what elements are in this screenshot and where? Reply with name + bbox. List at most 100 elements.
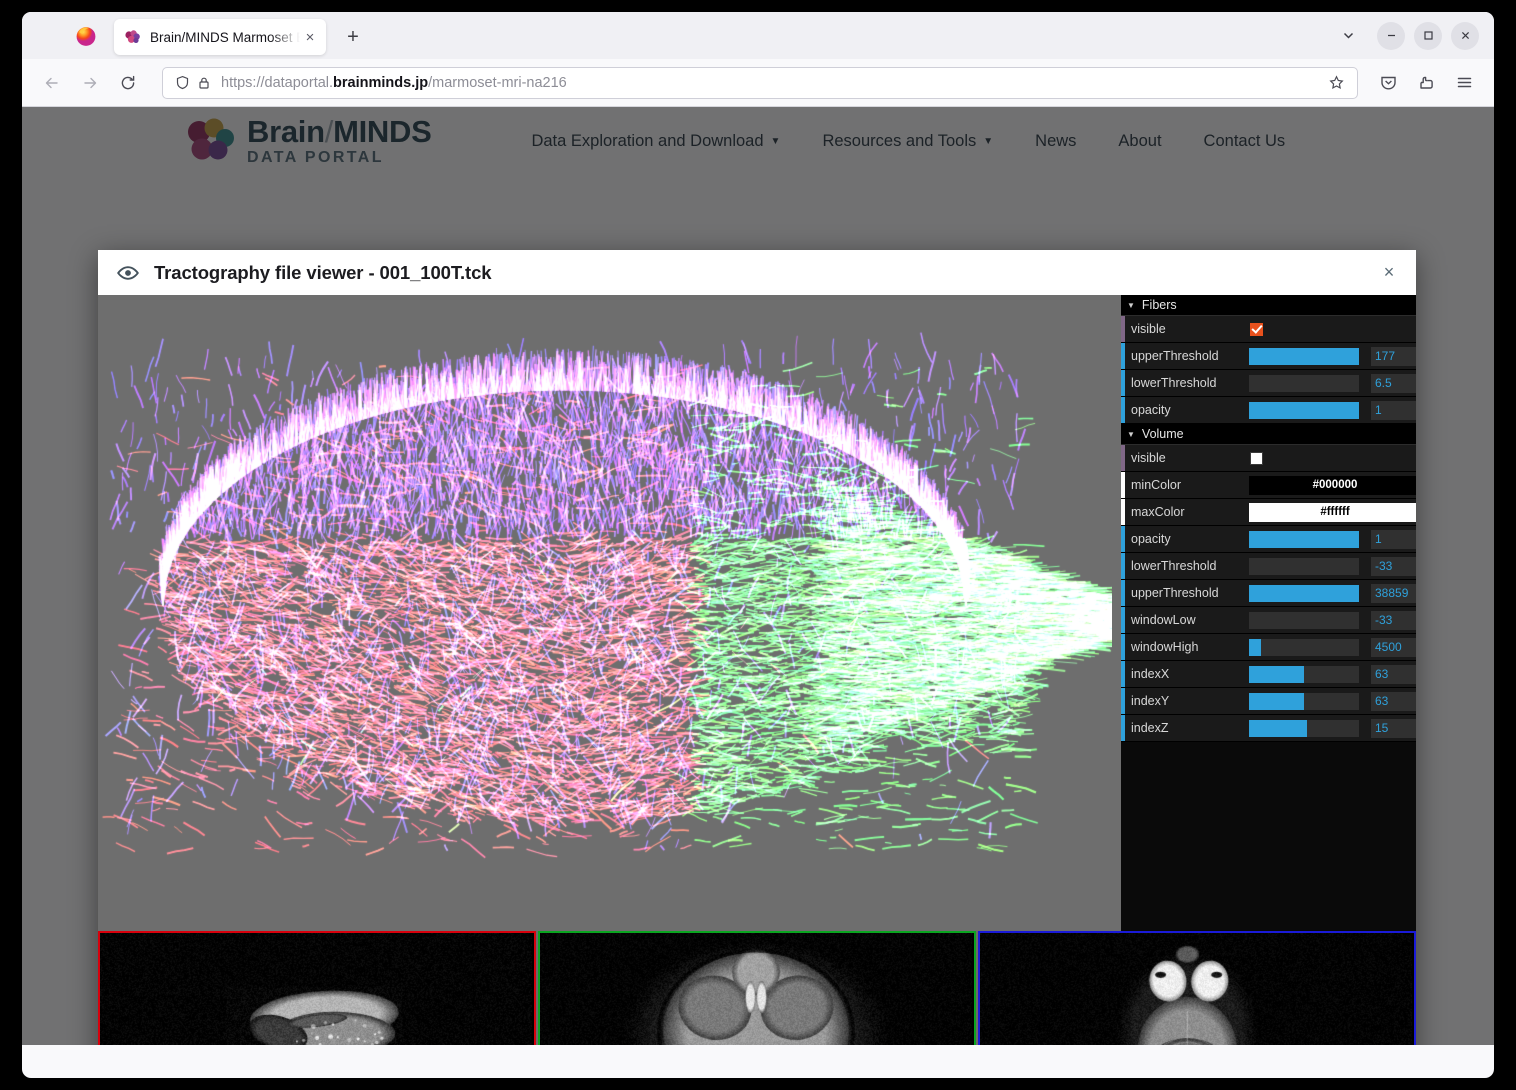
maximize-button[interactable]: [1414, 21, 1442, 50]
slider-track[interactable]: [1249, 584, 1359, 602]
list-all-tabs-chevron-down-icon[interactable]: [1328, 12, 1368, 59]
new-tab-button[interactable]: +: [337, 21, 369, 53]
sagittal-slice-panel[interactable]: [98, 931, 536, 1045]
gui-row-label: visible: [1131, 322, 1166, 336]
gui-row-volume-lowerthreshold[interactable]: lowerThreshold -33: [1121, 553, 1416, 580]
slider-track[interactable]: [1249, 530, 1359, 548]
gui-folder-title: Volume: [1141, 427, 1184, 441]
gui-row-volume-mincolor[interactable]: minColor #000000: [1121, 472, 1416, 499]
gui-row-control: -33: [1249, 556, 1416, 576]
url-text: https://dataportal.brainminds.jp/marmose…: [221, 74, 567, 91]
gui-folder-title: Fibers: [1141, 298, 1177, 312]
bookmark-star-icon[interactable]: [1324, 75, 1348, 90]
back-button-icon[interactable]: [36, 67, 68, 99]
gui-row-stripe: [1121, 445, 1125, 471]
hamburger-menu-icon[interactable]: [1448, 67, 1480, 99]
slider-track[interactable]: [1249, 557, 1359, 575]
gui-row-volume-opacity[interactable]: opacity 1: [1121, 526, 1416, 553]
gui-folder-volume[interactable]: ▼ Volume: [1121, 424, 1416, 445]
coronal-slice-panel[interactable]: [538, 931, 976, 1045]
gui-row-control: 177: [1249, 346, 1416, 366]
slider-track[interactable]: [1249, 719, 1359, 737]
color-swatch[interactable]: #ffffff: [1249, 502, 1416, 522]
slider-track[interactable]: [1249, 638, 1359, 656]
caret-down-icon: ▼: [1127, 300, 1135, 310]
color-swatch[interactable]: #000000: [1249, 475, 1416, 495]
gui-row-volume-upperthreshold[interactable]: upperThreshold 38859: [1121, 580, 1416, 607]
checkbox[interactable]: [1250, 322, 1263, 336]
slider-value[interactable]: 6.5: [1371, 373, 1416, 393]
pocket-icon[interactable]: [1372, 67, 1404, 99]
axial-slice-image: [980, 933, 1412, 1045]
brain-favicon-icon: [124, 29, 141, 46]
gui-row-fibers-visible[interactable]: visible: [1121, 316, 1416, 343]
gui-row-control: 63: [1249, 691, 1416, 711]
gui-row-label: opacity: [1131, 403, 1171, 417]
lock-icon: [193, 76, 214, 90]
minimize-button[interactable]: [1377, 21, 1405, 50]
gui-row-volume-indexy[interactable]: indexY 63: [1121, 688, 1416, 715]
slider-value[interactable]: 177: [1371, 346, 1416, 366]
gui-row-control: #ffffff: [1249, 502, 1416, 522]
close-window-button[interactable]: [1451, 21, 1479, 50]
slider-value[interactable]: 15: [1371, 718, 1416, 738]
gui-row-volume-windowlow[interactable]: windowLow -33: [1121, 607, 1416, 634]
slider-fill: [1249, 401, 1359, 419]
gui-row-volume-maxcolor[interactable]: maxColor #ffffff: [1121, 499, 1416, 526]
gui-row-control: 1: [1249, 400, 1416, 420]
gui-row-volume-windowhigh[interactable]: windowHigh 4500: [1121, 634, 1416, 661]
reload-button-icon[interactable]: [112, 67, 144, 99]
gui-row-fibers-opacity[interactable]: opacity 1: [1121, 397, 1416, 424]
gui-row-volume-indexx[interactable]: indexX 63: [1121, 661, 1416, 688]
gui-row-label: lowerThreshold: [1131, 376, 1217, 390]
gui-folder-fibers[interactable]: ▼ Fibers: [1121, 295, 1416, 316]
extensions-icon[interactable]: [1410, 67, 1442, 99]
slider-track[interactable]: [1249, 611, 1359, 629]
browser-tab[interactable]: Brain/MINDS Marmoset B ×: [114, 19, 326, 55]
gui-row-stripe: [1121, 634, 1125, 660]
gui-row-label: indexX: [1131, 667, 1170, 681]
url-bar[interactable]: https://dataportal.brainminds.jp/marmose…: [162, 66, 1358, 99]
gui-row-control: 63: [1249, 664, 1416, 684]
slider-value[interactable]: -33: [1371, 610, 1416, 630]
gui-row-volume-visible[interactable]: visible: [1121, 445, 1416, 472]
gui-row-fibers-upperthreshold[interactable]: upperThreshold 177: [1121, 343, 1416, 370]
gui-row-label: upperThreshold: [1131, 349, 1219, 363]
slider-fill: [1249, 665, 1304, 683]
tab-strip: Brain/MINDS Marmoset B × +: [22, 12, 1494, 59]
slider-track[interactable]: [1249, 347, 1359, 365]
fiber-render[interactable]: [98, 295, 1112, 917]
gui-row-volume-indexz[interactable]: indexZ 15: [1121, 715, 1416, 742]
gui-row-stripe: [1121, 553, 1125, 579]
gui-row-stripe: [1121, 370, 1125, 396]
slider-value[interactable]: 38859: [1371, 583, 1416, 603]
slider-fill: [1249, 638, 1262, 656]
slider-track[interactable]: [1249, 692, 1359, 710]
slider-value[interactable]: 1: [1371, 529, 1416, 549]
checkbox[interactable]: [1250, 451, 1263, 465]
gui-row-control: #000000: [1249, 475, 1416, 495]
forward-button-icon[interactable]: [74, 67, 106, 99]
gui-row-stripe: [1121, 607, 1125, 633]
slider-value[interactable]: 4500: [1371, 637, 1416, 657]
slider-track[interactable]: [1249, 374, 1359, 392]
gui-row-label: maxColor: [1131, 505, 1185, 519]
gui-row-fibers-lowerthreshold[interactable]: lowerThreshold 6.5: [1121, 370, 1416, 397]
gui-row-stripe: [1121, 472, 1125, 498]
gui-row-stripe: [1121, 343, 1125, 369]
slider-value[interactable]: 1: [1371, 400, 1416, 420]
gui-row-label: windowHigh: [1131, 640, 1199, 654]
slider-fill: [1249, 719, 1308, 737]
slider-track[interactable]: [1249, 665, 1359, 683]
slider-track[interactable]: [1249, 401, 1359, 419]
gui-row-control: 1: [1249, 529, 1416, 549]
viewer-main: ▼ Fibers visible upperThreshold 177 lowerThre…: [98, 295, 1416, 931]
axial-slice-panel[interactable]: [978, 931, 1416, 1045]
tab-close-icon[interactable]: ×: [300, 27, 320, 47]
slider-value[interactable]: 63: [1371, 691, 1416, 711]
close-icon[interactable]: ×: [1376, 260, 1402, 286]
slider-value[interactable]: -33: [1371, 556, 1416, 576]
slider-value[interactable]: 63: [1371, 664, 1416, 684]
gui-row-label: indexZ: [1131, 721, 1169, 735]
tractography-3d-canvas[interactable]: [98, 295, 1121, 931]
